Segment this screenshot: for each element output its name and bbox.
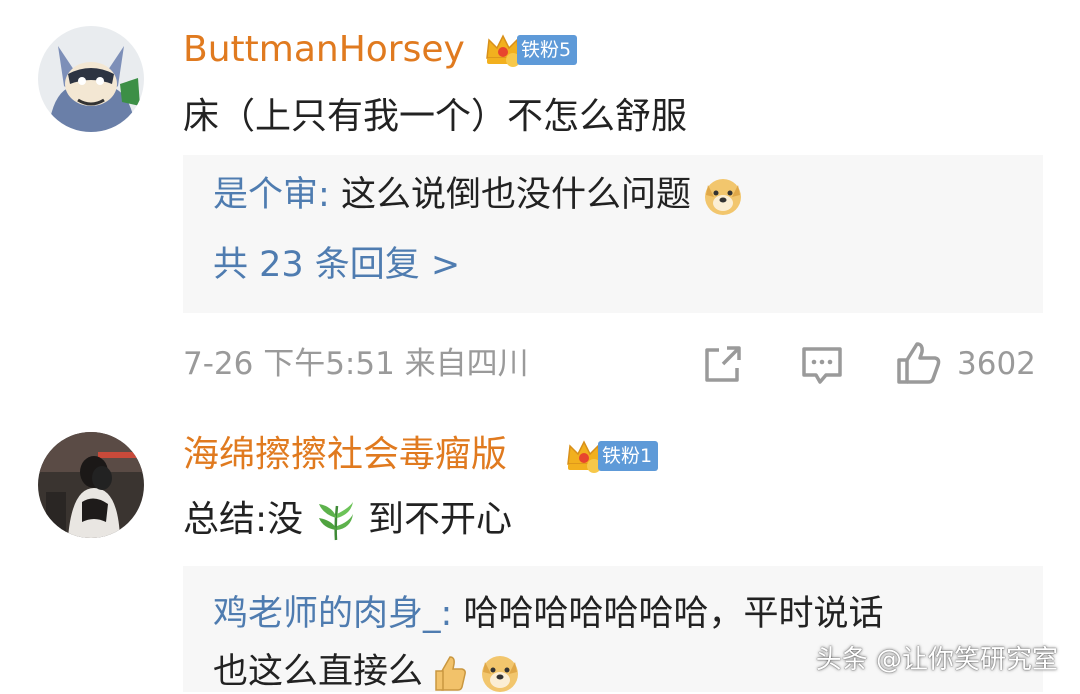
- couple-photo-avatar-icon: [38, 432, 144, 538]
- avatar[interactable]: [38, 432, 144, 538]
- like-icon[interactable]: [895, 340, 943, 386]
- thumbs-up-emoji-icon: [435, 656, 467, 691]
- username[interactable]: ButtmanHorsey: [183, 28, 465, 72]
- fan-badge-label: 铁粉5: [517, 35, 578, 65]
- reply-line-2: 也这么直接么: [213, 650, 521, 694]
- doge-emoji-icon: [705, 179, 742, 215]
- reply-text: 这么说倒也没什么问题: [340, 175, 691, 215]
- reply-line: 是个审: 这么说倒也没什么问题: [213, 173, 744, 217]
- fan-badge-label: 铁粉1: [598, 441, 659, 471]
- comment-text: 总结:没 到不开心: [183, 498, 512, 542]
- avatar[interactable]: [38, 26, 144, 132]
- reply-preview[interactable]: 是个审: 这么说倒也没什么问题 共 23 条回复 >: [183, 155, 1043, 313]
- batman-avatar-icon: [38, 26, 144, 132]
- watermark: 头条 @让你笑研究室: [815, 645, 1058, 675]
- reply-author[interactable]: 鸡老师的肉身_: [213, 594, 441, 634]
- fan-badge[interactable]: 铁粉5: [483, 32, 578, 68]
- comment-icon[interactable]: [800, 345, 844, 385]
- share-icon[interactable]: [701, 344, 745, 384]
- comment-text: 床（上只有我一个）不怎么舒服: [183, 96, 688, 137]
- doge-emoji-icon: [482, 656, 519, 692]
- reply-text-continued: 也这么直接么: [213, 652, 424, 692]
- like-count: 3602: [957, 346, 1036, 382]
- view-replies-link[interactable]: 共 23 条回复 >: [213, 243, 460, 287]
- comment-text-after: 到不开心: [368, 499, 513, 540]
- reply-separator: :: [318, 175, 341, 215]
- username[interactable]: 海绵擦擦社会毒瘤版: [183, 433, 507, 477]
- reply-line-1: 鸡老师的肉身_: 哈哈哈哈哈哈哈，平时说话: [213, 592, 883, 636]
- comment-text-before: 总结:没: [183, 499, 304, 540]
- reply-text: 哈哈哈哈哈哈哈，平时说话: [463, 594, 884, 634]
- leaf-emoji-icon: [318, 502, 353, 541]
- fan-badge[interactable]: 铁粉1: [564, 438, 659, 474]
- reply-separator: :: [440, 594, 464, 634]
- comment-meta: 7-26 下午5:51 来自四川: [183, 346, 529, 382]
- reply-author[interactable]: 是个审: [213, 175, 318, 215]
